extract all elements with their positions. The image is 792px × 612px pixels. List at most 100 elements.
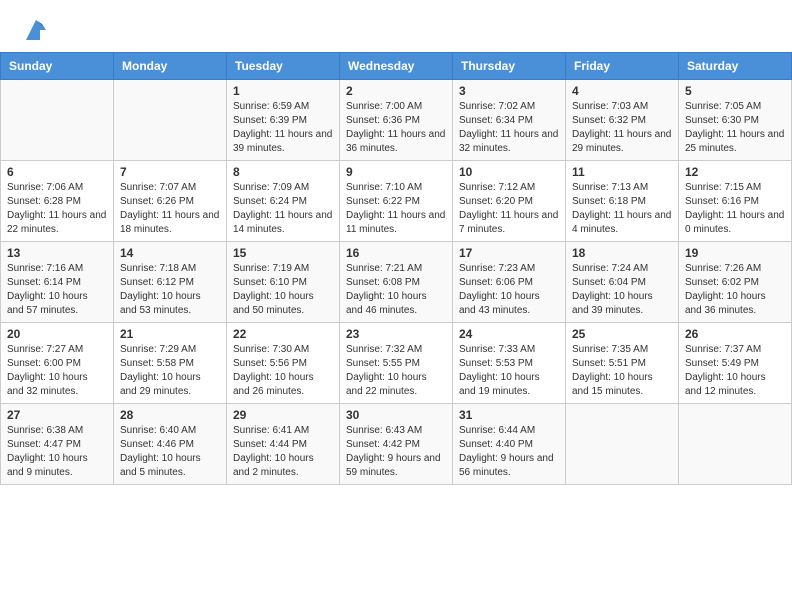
day-detail: Sunrise: 7:06 AMSunset: 6:28 PMDaylight:…: [7, 181, 107, 237]
day-detail: Sunrise: 7:30 AMSunset: 5:56 PMDaylight:…: [233, 343, 333, 399]
calendar-cell: 14 Sunrise: 7:18 AMSunset: 6:12 PMDayligh…: [114, 242, 227, 323]
calendar-week-row: 13 Sunrise: 7:16 AMSunset: 6:14 PMDayligh…: [1, 242, 792, 323]
calendar-cell: 29Sunrise: 6:41 AMSunset: 4:44 PMDayligh…: [227, 404, 340, 485]
day-detail: Sunrise: 7:18 AMSunset: 6:12 PMDaylight:…: [120, 262, 220, 318]
day-number: 20: [7, 327, 107, 341]
calendar-cell: 21 Sunrise: 7:29 AMSunset: 5:58 PMDayligh…: [114, 323, 227, 404]
day-detail: Sunrise: 7:29 AMSunset: 5:58 PMDaylight:…: [120, 343, 220, 399]
day-header-sunday: Sunday: [1, 53, 114, 80]
day-detail: Sunrise: 7:32 AMSunset: 5:55 PMDaylight:…: [346, 343, 446, 399]
day-header-tuesday: Tuesday: [227, 53, 340, 80]
page-header: [0, 0, 792, 52]
day-number: 13: [7, 246, 107, 260]
calendar-cell: [1, 80, 114, 161]
day-detail: Sunrise: 7:15 AMSunset: 6:16 PMDaylight:…: [685, 181, 785, 237]
day-number: 24: [459, 327, 559, 341]
day-detail: Sunrise: 7:24 AMSunset: 6:04 PMDaylight:…: [572, 262, 672, 318]
day-number: 18: [572, 246, 672, 260]
calendar-week-row: 20Sunrise: 7:27 AMSunset: 6:00 PMDayligh…: [1, 323, 792, 404]
day-number: 5: [685, 84, 785, 98]
calendar-cell: 27 Sunrise: 6:38 AMSunset: 4:47 PMDayligh…: [1, 404, 114, 485]
calendar-header: SundayMondayTuesdayWednesdayThursdayFrid…: [1, 53, 792, 80]
day-number: 27: [7, 408, 107, 422]
day-number: 25: [572, 327, 672, 341]
day-number: 31: [459, 408, 559, 422]
day-detail: Sunrise: 6:59 AMSunset: 6:39 PMDaylight:…: [233, 100, 333, 156]
calendar-cell: [679, 404, 792, 485]
logo: [20, 16, 50, 44]
calendar-cell: [566, 404, 679, 485]
calendar-cell: 5 Sunrise: 7:05 AMSunset: 6:30 PMDaylight…: [679, 80, 792, 161]
calendar-cell: 15 Sunrise: 7:19 AMSunset: 6:10 PMDayligh…: [227, 242, 340, 323]
calendar-cell: 13 Sunrise: 7:16 AMSunset: 6:14 PMDayligh…: [1, 242, 114, 323]
day-number: 30: [346, 408, 446, 422]
day-number: 8: [233, 165, 333, 179]
calendar-cell: 12 Sunrise: 7:15 AMSunset: 6:16 PMDayligh…: [679, 161, 792, 242]
day-detail: Sunrise: 6:38 AMSunset: 4:47 PMDaylight:…: [7, 424, 107, 480]
day-number: 14: [120, 246, 220, 260]
day-detail: Sunrise: 7:16 AMSunset: 6:14 PMDaylight:…: [7, 262, 107, 318]
day-number: 16: [346, 246, 446, 260]
day-number: 7: [120, 165, 220, 179]
calendar-cell: 10 Sunrise: 7:12 AMSunset: 6:20 PMDayligh…: [453, 161, 566, 242]
calendar-cell: 20Sunrise: 7:27 AMSunset: 6:00 PMDayligh…: [1, 323, 114, 404]
calendar-cell: 3 Sunrise: 7:02 AMSunset: 6:34 PMDaylight…: [453, 80, 566, 161]
day-detail: Sunrise: 6:44 AMSunset: 4:40 PMDaylight:…: [459, 424, 559, 480]
calendar-cell: 11Sunrise: 7:13 AMSunset: 6:18 PMDayligh…: [566, 161, 679, 242]
day-detail: Sunrise: 7:03 AMSunset: 6:32 PMDaylight:…: [572, 100, 672, 156]
day-number: 6: [7, 165, 107, 179]
day-number: 2: [346, 84, 446, 98]
day-header-monday: Monday: [114, 53, 227, 80]
calendar-cell: 6 Sunrise: 7:06 AMSunset: 6:28 PMDaylight…: [1, 161, 114, 242]
calendar-cell: 4 Sunrise: 7:03 AMSunset: 6:32 PMDaylight…: [566, 80, 679, 161]
day-detail: Sunrise: 7:00 AMSunset: 6:36 PMDaylight:…: [346, 100, 446, 156]
calendar-cell: 23 Sunrise: 7:32 AMSunset: 5:55 PMDayligh…: [340, 323, 453, 404]
day-number: 1: [233, 84, 333, 98]
day-number: 11: [572, 165, 672, 179]
day-number: 15: [233, 246, 333, 260]
calendar-body: 1 Sunrise: 6:59 AMSunset: 6:39 PMDaylight…: [1, 80, 792, 485]
day-detail: Sunrise: 7:21 AMSunset: 6:08 PMDaylight:…: [346, 262, 446, 318]
day-number: 19: [685, 246, 785, 260]
day-header-saturday: Saturday: [679, 53, 792, 80]
day-number: 4: [572, 84, 672, 98]
day-detail: Sunrise: 7:09 AMSunset: 6:24 PMDaylight:…: [233, 181, 333, 237]
calendar-week-row: 1 Sunrise: 6:59 AMSunset: 6:39 PMDaylight…: [1, 80, 792, 161]
day-header-friday: Friday: [566, 53, 679, 80]
day-number: 10: [459, 165, 559, 179]
calendar-week-row: 6 Sunrise: 7:06 AMSunset: 6:28 PMDaylight…: [1, 161, 792, 242]
calendar-cell: [114, 80, 227, 161]
day-detail: Sunrise: 7:07 AMSunset: 6:26 PMDaylight:…: [120, 181, 220, 237]
calendar-cell: 28Sunrise: 6:40 AMSunset: 4:46 PMDayligh…: [114, 404, 227, 485]
calendar-table: SundayMondayTuesdayWednesdayThursdayFrid…: [0, 52, 792, 485]
calendar-cell: 24 Sunrise: 7:33 AMSunset: 5:53 PMDayligh…: [453, 323, 566, 404]
day-detail: Sunrise: 7:12 AMSunset: 6:20 PMDaylight:…: [459, 181, 559, 237]
calendar-cell: 1 Sunrise: 6:59 AMSunset: 6:39 PMDaylight…: [227, 80, 340, 161]
calendar-cell: 19 Sunrise: 7:26 AMSunset: 6:02 PMDayligh…: [679, 242, 792, 323]
calendar-cell: 16 Sunrise: 7:21 AMSunset: 6:08 PMDayligh…: [340, 242, 453, 323]
day-number: 22: [233, 327, 333, 341]
day-detail: Sunrise: 6:43 AMSunset: 4:42 PMDaylight:…: [346, 424, 446, 480]
day-header-wednesday: Wednesday: [340, 53, 453, 80]
day-number: 3: [459, 84, 559, 98]
day-detail: Sunrise: 7:26 AMSunset: 6:02 PMDaylight:…: [685, 262, 785, 318]
day-detail: Sunrise: 7:23 AMSunset: 6:06 PMDaylight:…: [459, 262, 559, 318]
day-number: 12: [685, 165, 785, 179]
day-headers-row: SundayMondayTuesdayWednesdayThursdayFrid…: [1, 53, 792, 80]
day-detail: Sunrise: 7:35 AMSunset: 5:51 PMDaylight:…: [572, 343, 672, 399]
day-number: 9: [346, 165, 446, 179]
calendar-cell: 2 Sunrise: 7:00 AMSunset: 6:36 PMDaylight…: [340, 80, 453, 161]
day-number: 28: [120, 408, 220, 422]
day-number: 21: [120, 327, 220, 341]
calendar-cell: 17Sunrise: 7:23 AMSunset: 6:06 PMDayligh…: [453, 242, 566, 323]
calendar-cell: 31 Sunrise: 6:44 AMSunset: 4:40 PMDayligh…: [453, 404, 566, 485]
calendar-cell: 25 Sunrise: 7:35 AMSunset: 5:51 PMDayligh…: [566, 323, 679, 404]
day-detail: Sunrise: 7:02 AMSunset: 6:34 PMDaylight:…: [459, 100, 559, 156]
calendar-cell: 7 Sunrise: 7:07 AMSunset: 6:26 PMDaylight…: [114, 161, 227, 242]
day-detail: Sunrise: 7:33 AMSunset: 5:53 PMDaylight:…: [459, 343, 559, 399]
day-detail: Sunrise: 7:05 AMSunset: 6:30 PMDaylight:…: [685, 100, 785, 156]
calendar-week-row: 27 Sunrise: 6:38 AMSunset: 4:47 PMDayligh…: [1, 404, 792, 485]
calendar-cell: 8 Sunrise: 7:09 AMSunset: 6:24 PMDaylight…: [227, 161, 340, 242]
day-detail: Sunrise: 7:19 AMSunset: 6:10 PMDaylight:…: [233, 262, 333, 318]
day-number: 23: [346, 327, 446, 341]
